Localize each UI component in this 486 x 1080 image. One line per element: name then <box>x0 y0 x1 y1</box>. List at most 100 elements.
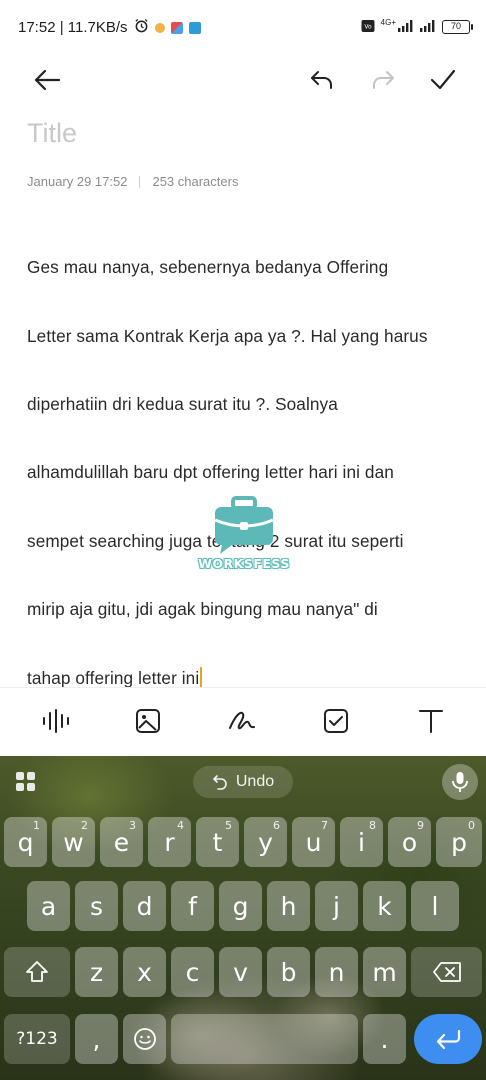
period-key[interactable]: . <box>363 1014 406 1064</box>
undo-button[interactable] <box>304 62 340 98</box>
key-s[interactable]: s <box>75 881 118 931</box>
key-f[interactable]: f <box>171 881 214 931</box>
soft-keyboard: Undo q1 w2 e3 r4 t5 y6 u7 i8 o9 p0 a s d… <box>0 756 486 1080</box>
key-r[interactable]: r4 <box>148 817 191 867</box>
key-hint: 0 <box>468 819 475 832</box>
undo-icon <box>311 71 332 89</box>
key-c[interactable]: c <box>171 947 214 997</box>
key-n[interactable]: n <box>315 947 358 997</box>
enter-icon <box>436 1029 461 1050</box>
text-format-icon <box>419 710 443 733</box>
key-b[interactable]: b <box>267 947 310 997</box>
key-u[interactable]: u7 <box>292 817 335 867</box>
key-w[interactable]: w2 <box>52 817 95 867</box>
image-button[interactable] <box>131 704 165 738</box>
key-label: t <box>212 827 223 857</box>
note-date: January 29 17:52 <box>27 174 128 189</box>
key-hint: 2 <box>81 819 88 832</box>
svg-text:Vo: Vo <box>364 24 372 31</box>
key-label: y <box>258 827 273 857</box>
voice-input-button[interactable] <box>442 764 478 800</box>
app-notification-icon-3 <box>188 21 201 34</box>
note-body[interactable]: Ges mau nanya, sebenernya bedanya Offeri… <box>27 216 465 729</box>
keyboard-menu-button[interactable] <box>14 770 38 794</box>
shift-icon <box>26 961 48 982</box>
key-label: p <box>451 827 467 857</box>
space-key[interactable] <box>171 1014 358 1064</box>
back-button[interactable] <box>29 62 65 98</box>
keyboard-undo-button[interactable]: Undo <box>193 766 293 798</box>
symbols-key[interactable]: ?123 <box>4 1014 70 1064</box>
checkbox-icon <box>324 709 348 733</box>
key-a[interactable]: a <box>27 881 70 931</box>
key-label: o <box>401 827 418 857</box>
enter-key[interactable] <box>414 1014 482 1064</box>
shift-key[interactable] <box>4 947 70 997</box>
key-label: q <box>17 827 34 857</box>
comma-key[interactable]: , <box>75 1014 118 1064</box>
signal-icon-2 <box>420 20 436 34</box>
note-line: diperhatiin dri kedua surat itu ?. Soaln… <box>27 394 338 415</box>
grid-icon <box>16 772 35 791</box>
text-format-button[interactable] <box>414 704 448 738</box>
key-t[interactable]: t5 <box>196 817 239 867</box>
undo-label: Undo <box>235 773 275 790</box>
backspace-key[interactable] <box>411 947 482 997</box>
key-v[interactable]: v <box>219 947 262 997</box>
save-button[interactable] <box>425 62 461 98</box>
key-hint: 9 <box>417 819 424 832</box>
format-toolbar <box>0 698 486 744</box>
note-line: tahap offering letter ini <box>27 667 200 688</box>
key-i[interactable]: i8 <box>340 817 383 867</box>
key-x[interactable]: x <box>123 947 166 997</box>
key-label: r <box>164 827 175 857</box>
key-hint: 7 <box>321 819 328 832</box>
key-q[interactable]: q1 <box>4 817 47 867</box>
key-k[interactable]: k <box>363 881 406 931</box>
worksfess-logo: WORKSFESS <box>196 496 292 576</box>
meta-divider <box>139 175 141 188</box>
logo-text: WORKSFESS <box>198 556 290 571</box>
signal-icon <box>398 20 414 34</box>
title-input[interactable]: Title <box>27 118 77 149</box>
app-notification-icon-2 <box>170 21 183 34</box>
note-toolbar <box>0 58 486 102</box>
note-line: Letter sama Kontrak Kerja apa ya ?. Hal … <box>27 325 428 346</box>
key-d[interactable]: d <box>123 881 166 931</box>
key-l[interactable]: l <box>411 881 459 931</box>
backspace-icon <box>432 962 461 982</box>
key-z[interactable]: z <box>75 947 118 997</box>
image-icon <box>136 709 160 733</box>
battery-icon: 70 <box>442 20 473 34</box>
redo-button[interactable] <box>365 62 401 98</box>
network-label: 4G+ <box>380 17 396 27</box>
note-line: mirip aja gitu, jdi agak bingung mau nan… <box>27 599 378 620</box>
checklist-button[interactable] <box>319 704 353 738</box>
key-h[interactable]: h <box>267 881 310 931</box>
note-line: Ges mau nanya, sebenernya bedanya Offeri… <box>27 257 389 278</box>
emoji-icon <box>133 1028 156 1050</box>
key-hint: 4 <box>177 819 184 832</box>
key-y[interactable]: y6 <box>244 817 287 867</box>
key-o[interactable]: o9 <box>388 817 431 867</box>
draw-button[interactable] <box>225 704 259 738</box>
audio-button[interactable] <box>39 704 73 738</box>
key-j[interactable]: j <box>315 881 358 931</box>
key-p[interactable]: p0 <box>436 817 482 867</box>
pen-scribble-icon <box>229 711 255 730</box>
microphone-icon <box>452 772 468 792</box>
emoji-key[interactable] <box>123 1014 166 1064</box>
status-time-speed: 17:52 | 11.7KB/s <box>18 19 128 36</box>
key-hint: 5 <box>225 819 232 832</box>
volte-icon: Vo <box>361 19 375 35</box>
key-g[interactable]: g <box>219 881 262 931</box>
key-label: u <box>305 827 322 857</box>
key-hint: 1 <box>33 819 40 832</box>
key-m[interactable]: m <box>363 947 406 997</box>
redo-icon <box>373 71 394 89</box>
battery-level: 70 <box>450 21 461 31</box>
alarm-icon <box>134 18 149 37</box>
check-icon <box>430 69 456 90</box>
key-e[interactable]: e3 <box>100 817 143 867</box>
undo-icon <box>213 775 227 790</box>
